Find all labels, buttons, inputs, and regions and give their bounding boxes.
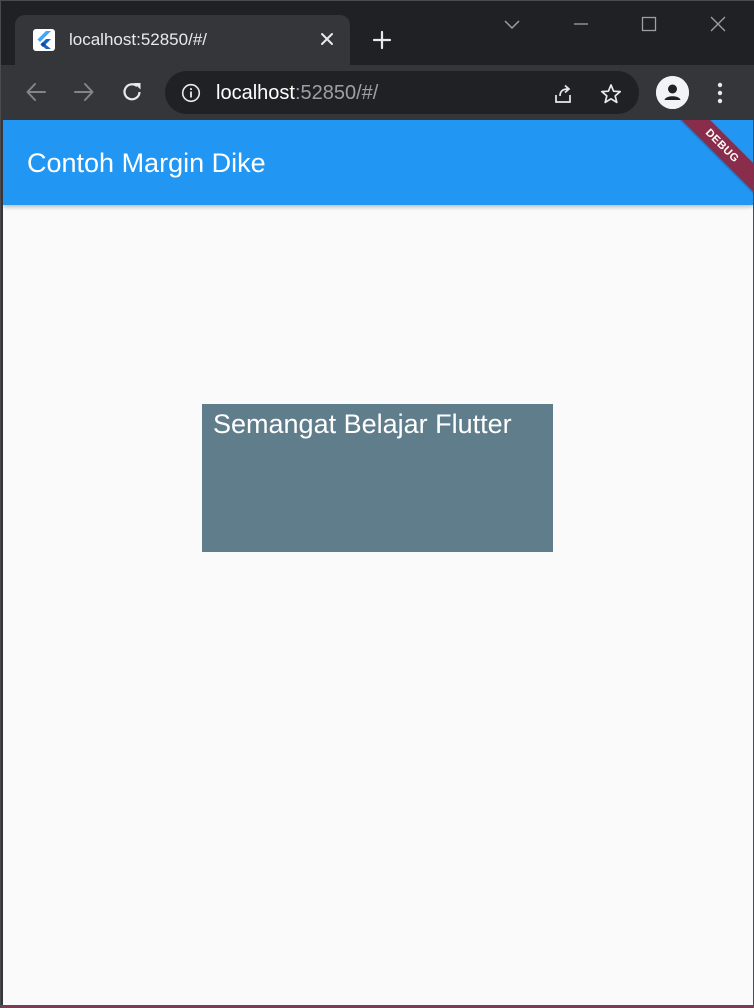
margin-container: Semangat Belajar Flutter <box>202 404 553 552</box>
plus-icon[interactable] <box>369 27 395 53</box>
maximize-icon[interactable] <box>636 11 662 37</box>
arrow-left-icon[interactable] <box>21 77 51 107</box>
person-icon[interactable] <box>656 76 689 109</box>
star-icon[interactable] <box>598 81 624 107</box>
tab-strip: localhost:52850/#/ <box>1 1 754 67</box>
chevron-down-icon[interactable] <box>499 11 525 37</box>
app-bar: Contoh Margin Dike <box>3 120 753 205</box>
browser-toolbar: localhost:52850/#/ <box>1 65 754 120</box>
appbar-title: Contoh Margin Dike <box>27 148 266 178</box>
vertical-dots-icon[interactable] <box>707 79 733 107</box>
minimize-icon[interactable] <box>568 11 594 37</box>
share-icon[interactable] <box>550 81 576 107</box>
close-icon[interactable] <box>705 11 731 37</box>
tab-close-icon[interactable] <box>316 28 338 50</box>
url-host: localhost <box>216 82 295 104</box>
info-icon[interactable] <box>180 82 202 104</box>
page-viewport: Contoh Margin Dike DEBUG Semangat Belaja… <box>3 120 753 1007</box>
reload-icon[interactable] <box>117 77 147 107</box>
browser-tab[interactable]: localhost:52850/#/ <box>15 15 350 67</box>
flutter-logo-icon <box>33 29 55 51</box>
url-path: :52850/#/ <box>294 82 379 104</box>
arrow-right-icon[interactable] <box>69 77 99 107</box>
tab-title: localhost:52850/#/ <box>69 30 207 49</box>
container-text: Semangat Belajar Flutter <box>213 409 512 439</box>
browser-window: localhost:52850/#/ localhost:52850/#/ Co… <box>0 0 754 1008</box>
address-bar[interactable]: localhost:52850/#/ <box>165 71 639 114</box>
address-url[interactable]: localhost:52850/#/ <box>216 82 378 105</box>
